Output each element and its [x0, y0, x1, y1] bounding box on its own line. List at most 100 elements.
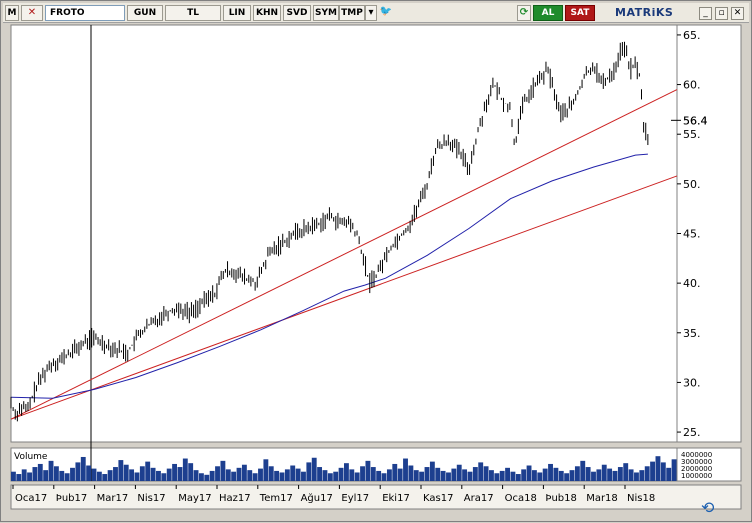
volume-bar: [21, 469, 27, 481]
volume-bar: [408, 465, 414, 481]
volume-bar: [403, 458, 408, 481]
volume-bar: [580, 460, 586, 481]
price-plot-area: [10, 24, 678, 443]
volume-bar: [258, 468, 263, 481]
date-axis-label: Ara17: [464, 493, 494, 504]
volume-bar: [548, 463, 553, 481]
volume-bar: [139, 466, 145, 481]
date-axis-label: Oca18: [505, 493, 537, 504]
volume-bar: [596, 469, 602, 481]
volume-bar: [655, 456, 661, 481]
volume-bar: [263, 459, 269, 481]
volume-bar: [349, 469, 355, 481]
price-axis-label: 55.: [683, 128, 701, 141]
volume-bar: [301, 471, 306, 481]
volume-bar: [440, 470, 446, 481]
volume-bar: [386, 469, 392, 481]
volume-bar: [252, 473, 258, 481]
volume-bar: [311, 457, 317, 481]
date-axis-label: Mar17: [97, 493, 129, 504]
volume-bar: [569, 470, 575, 481]
volume-bar: [236, 467, 242, 481]
volume-bar: [43, 470, 49, 481]
date-axis-label: Þub18: [545, 493, 576, 504]
date-axis-label: Tem17: [259, 493, 293, 504]
volume-axis-label: 1000000: [681, 472, 712, 480]
volume-bar: [483, 466, 489, 481]
volume-bar: [505, 467, 510, 481]
volume-bar: [274, 470, 280, 481]
volume-bar: [397, 468, 403, 481]
date-axis-label: Þub17: [56, 493, 87, 504]
date-axis-label: Eyl17: [341, 493, 369, 504]
volume-bar: [177, 467, 183, 481]
volume-bar: [188, 463, 194, 481]
volume-bar: [338, 467, 344, 481]
current-price-label: 56.4: [683, 114, 708, 127]
volume-bar: [80, 456, 86, 481]
volume-bar: [489, 470, 494, 481]
volume-bar: [182, 458, 188, 481]
volume-bar: [209, 470, 215, 481]
volume-bar: [644, 466, 650, 481]
price-axis-label: 25.: [683, 426, 701, 439]
volume-bar: [193, 470, 199, 481]
volume-bar: [660, 462, 666, 481]
volume-bar: [215, 466, 220, 481]
volume-bar: [231, 471, 237, 481]
volume-bar: [392, 463, 398, 481]
volume-bar: [48, 460, 54, 481]
volume-bar: [381, 473, 387, 481]
volume-bar: [365, 460, 371, 481]
volume-bar: [64, 473, 70, 481]
price-axis-label: 35.: [683, 327, 701, 340]
volume-bar: [429, 461, 435, 481]
price-axis-label: 30.: [683, 376, 701, 389]
volume-bar: [198, 473, 204, 481]
volume-bar: [451, 468, 457, 481]
volume-bar: [86, 465, 92, 481]
volume-bar: [617, 467, 623, 481]
price-chart[interactable]: 65.60.56.455.50.45.40.35.30.25.56.4Volum…: [1, 1, 752, 523]
volume-bar: [526, 465, 532, 481]
volume-bar: [53, 466, 59, 481]
volume-bar: [59, 470, 65, 481]
volume-bar: [247, 470, 253, 481]
volume-bar: [462, 469, 468, 481]
volume-bar: [564, 473, 570, 481]
volume-bar: [531, 470, 537, 481]
volume-bar: [129, 469, 135, 481]
date-axis-label: Haz17: [219, 493, 251, 504]
volume-bar: [413, 470, 419, 481]
sync-icon[interactable]: ⟲: [701, 498, 715, 517]
volume-bar: [290, 465, 296, 481]
volume-bar: [75, 462, 81, 481]
volume-bar: [542, 468, 548, 481]
volume-bar: [96, 471, 102, 481]
chart-window: M ✕ FROTO GUN TL LIN KHN SVD SYM TMP ▾ 🐦…: [0, 0, 752, 522]
volume-bar: [435, 467, 441, 481]
volume-bar: [558, 470, 564, 481]
volume-bar: [70, 467, 75, 481]
volume-bar: [607, 468, 613, 481]
volume-bar: [628, 469, 634, 481]
volume-bar: [478, 462, 484, 481]
date-axis-label: Mar18: [586, 493, 618, 504]
volume-bar: [360, 466, 365, 481]
volume-bar: [623, 463, 629, 481]
volume-bar: [220, 460, 226, 481]
volume-bar: [537, 472, 543, 481]
volume-bar: [521, 469, 527, 481]
date-axis-label: Oca17: [15, 493, 47, 504]
volume-bar: [156, 470, 161, 481]
volume-bar: [107, 470, 113, 481]
volume-bar: [268, 466, 274, 481]
volume-bar: [472, 467, 478, 481]
volume-bar: [123, 464, 129, 481]
volume-bar: [91, 468, 97, 481]
volume-bar: [161, 473, 167, 481]
volume-bar: [113, 467, 118, 481]
volume-bar: [134, 472, 140, 481]
volume-bar: [574, 466, 580, 481]
date-axis-label: May17: [178, 493, 211, 504]
